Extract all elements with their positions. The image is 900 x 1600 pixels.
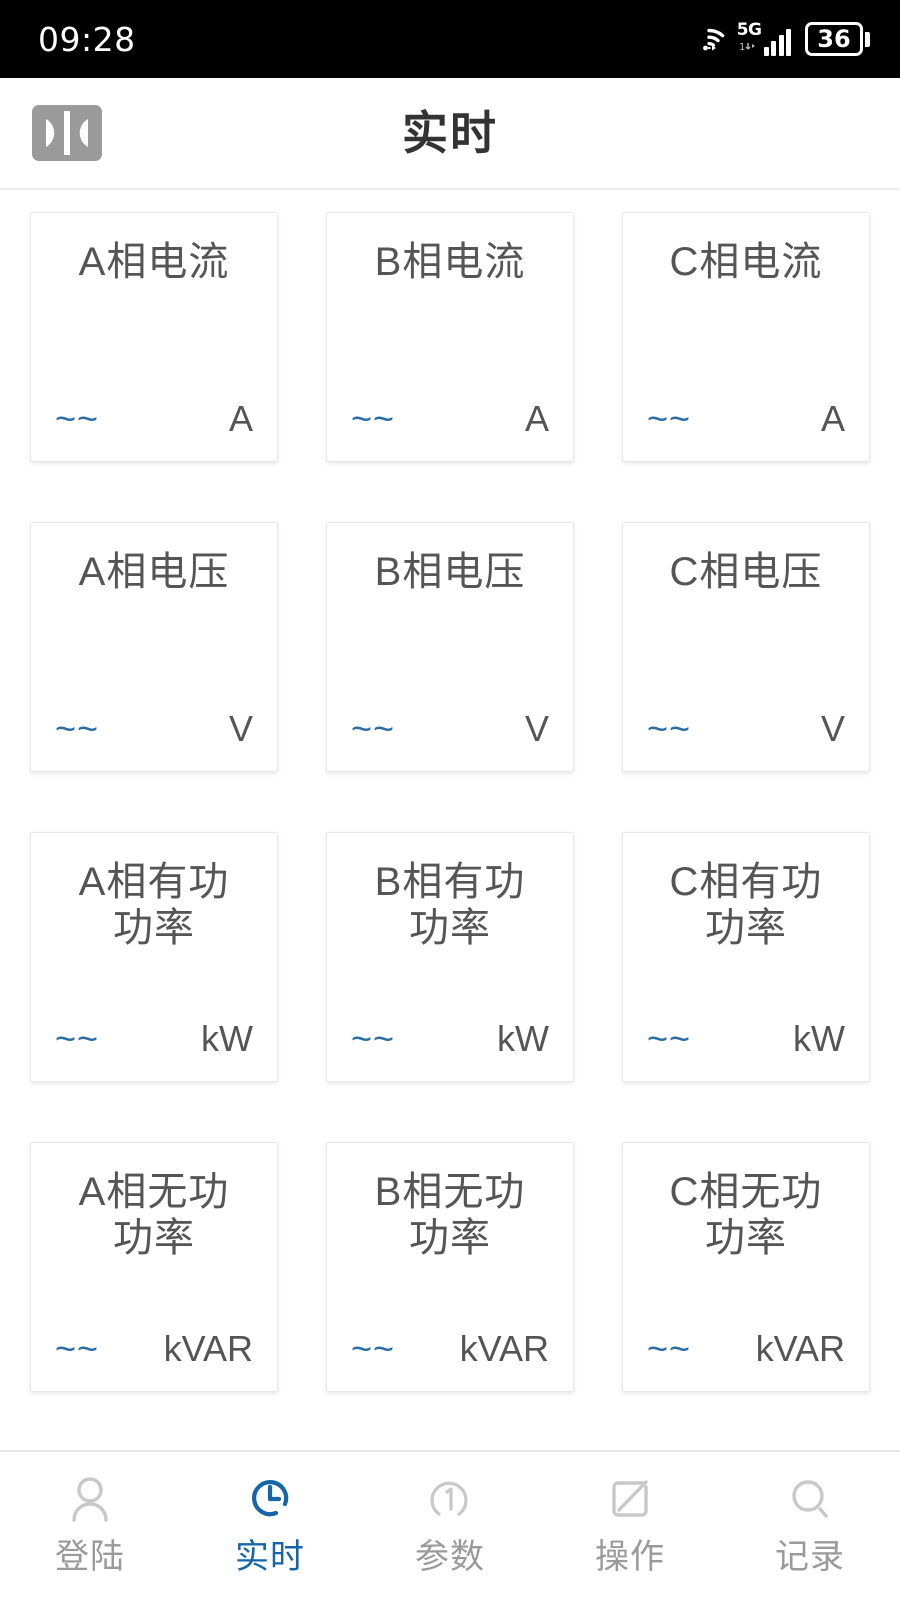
card-title: B相有功 功率 bbox=[374, 860, 526, 950]
nav-label: 操作 bbox=[595, 1538, 665, 1576]
card-unit: A bbox=[524, 398, 549, 439]
nav-label: 记录 bbox=[775, 1538, 845, 1576]
status-indicators: 5G 1 36 bbox=[690, 22, 870, 57]
card-footer: ~~ A bbox=[49, 401, 259, 443]
wifi-icon bbox=[690, 22, 728, 57]
nav-item-operations[interactable]: 操作 bbox=[540, 1468, 720, 1574]
card-unit: kW bbox=[201, 1018, 253, 1059]
card-title: C相无功 功率 bbox=[669, 1170, 823, 1260]
measurement-card[interactable]: C相有功 功率 ~~ kW bbox=[622, 832, 870, 1082]
card-footer: ~~ A bbox=[641, 401, 851, 443]
measurement-card[interactable]: A相有功 功率 ~~ kW bbox=[30, 832, 278, 1082]
card-footer: ~~ kW bbox=[49, 1021, 259, 1063]
card-unit: V bbox=[524, 708, 549, 749]
measurement-card[interactable]: C相电流 ~~ A bbox=[622, 212, 870, 462]
measurement-card[interactable]: C相无功 功率 ~~ kVAR bbox=[622, 1142, 870, 1392]
realtime-content: A相电流 ~~ A B相电流 ~~ A C相电流 ~~ A A相电压 ~~ V … bbox=[0, 190, 900, 1450]
battery-level-text: 36 bbox=[817, 25, 851, 53]
card-footer: ~~ V bbox=[345, 711, 555, 753]
status-bar: 09:28 5G 1 36 bbox=[0, 0, 900, 78]
card-value: ~~ bbox=[647, 1018, 692, 1059]
card-title: A相有功 功率 bbox=[78, 860, 230, 950]
card-value: ~~ bbox=[647, 708, 692, 749]
card-value: ~~ bbox=[55, 1018, 100, 1059]
svg-text:1: 1 bbox=[739, 42, 745, 52]
measurement-grid: A相电流 ~~ A B相电流 ~~ A C相电流 ~~ A A相电压 ~~ V … bbox=[30, 212, 870, 1392]
card-title: C相有功 功率 bbox=[669, 860, 823, 950]
card-unit: A bbox=[228, 398, 253, 439]
card-unit: kVAR bbox=[163, 1328, 253, 1369]
card-footer: ~~ kVAR bbox=[345, 1331, 555, 1373]
card-value: ~~ bbox=[351, 708, 396, 749]
card-value: ~~ bbox=[647, 1328, 692, 1369]
person-icon bbox=[59, 1468, 121, 1530]
card-footer: ~~ kVAR bbox=[49, 1331, 259, 1373]
nav-item-records[interactable]: 记录 bbox=[720, 1468, 900, 1574]
network-type-label: 5G bbox=[736, 20, 762, 40]
measurement-card[interactable]: A相无功 功率 ~~ kVAR bbox=[30, 1142, 278, 1392]
measurement-card[interactable]: A相电压 ~~ V bbox=[30, 522, 278, 772]
card-unit: kW bbox=[497, 1018, 549, 1059]
circle-one-icon bbox=[419, 1468, 481, 1530]
app-header: 实时 bbox=[0, 78, 900, 190]
app-root: 09:28 5G 1 36 实时 A相电流 ~~ A B相电流 ~~ A C相电… bbox=[0, 0, 900, 1600]
signal-bars-icon: 5G 1 bbox=[737, 22, 791, 56]
card-footer: ~~ kW bbox=[345, 1021, 555, 1063]
card-value: ~~ bbox=[351, 1328, 396, 1369]
card-title: B相无功 功率 bbox=[374, 1170, 526, 1260]
nav-item-login[interactable]: 登陆 bbox=[0, 1468, 180, 1574]
card-value: ~~ bbox=[351, 1018, 396, 1059]
nav-label: 登陆 bbox=[55, 1538, 125, 1576]
card-unit: V bbox=[228, 708, 253, 749]
card-unit: A bbox=[820, 398, 845, 439]
card-footer: ~~ V bbox=[49, 711, 259, 753]
app-logo-icon[interactable] bbox=[32, 105, 102, 161]
card-title: C相电流 bbox=[669, 240, 823, 284]
card-title: A相电流 bbox=[78, 240, 230, 284]
card-value: ~~ bbox=[351, 398, 396, 439]
page-title: 实时 bbox=[402, 107, 498, 159]
measurement-card[interactable]: B相有功 功率 ~~ kW bbox=[326, 832, 574, 1082]
bottom-navigation: 登陆 实时 参数 操作 记录 bbox=[0, 1450, 900, 1600]
search-icon bbox=[779, 1468, 841, 1530]
measurement-card[interactable]: B相无功 功率 ~~ kVAR bbox=[326, 1142, 574, 1392]
card-footer: ~~ V bbox=[641, 711, 851, 753]
card-title: B相电压 bbox=[374, 550, 526, 594]
card-title: A相无功 功率 bbox=[78, 1170, 230, 1260]
card-footer: ~~ kVAR bbox=[641, 1331, 851, 1373]
card-unit: V bbox=[820, 708, 845, 749]
edit-square-icon bbox=[599, 1468, 661, 1530]
card-footer: ~~ kW bbox=[641, 1021, 851, 1063]
card-value: ~~ bbox=[55, 1328, 100, 1369]
card-unit: kW bbox=[793, 1018, 845, 1059]
battery-icon: 36 bbox=[805, 22, 870, 56]
card-footer: ~~ A bbox=[345, 401, 555, 443]
card-unit: kVAR bbox=[755, 1328, 845, 1369]
measurement-card[interactable]: A相电流 ~~ A bbox=[30, 212, 278, 462]
clock-icon bbox=[239, 1468, 301, 1530]
card-title: A相电压 bbox=[78, 550, 230, 594]
measurement-card[interactable]: B相电流 ~~ A bbox=[326, 212, 574, 462]
nav-label: 参数 bbox=[415, 1538, 485, 1576]
card-unit: kVAR bbox=[459, 1328, 549, 1369]
card-title: C相电压 bbox=[669, 550, 823, 594]
card-value: ~~ bbox=[55, 708, 100, 749]
status-clock: 09:28 bbox=[38, 19, 136, 59]
nav-label: 实时 bbox=[235, 1538, 305, 1576]
nav-item-realtime[interactable]: 实时 bbox=[180, 1468, 360, 1574]
card-title: B相电流 bbox=[374, 240, 526, 284]
card-value: ~~ bbox=[55, 398, 100, 439]
measurement-card[interactable]: C相电压 ~~ V bbox=[622, 522, 870, 772]
card-value: ~~ bbox=[647, 398, 692, 439]
measurement-card[interactable]: B相电压 ~~ V bbox=[326, 522, 574, 772]
nav-item-parameters[interactable]: 参数 bbox=[360, 1468, 540, 1574]
